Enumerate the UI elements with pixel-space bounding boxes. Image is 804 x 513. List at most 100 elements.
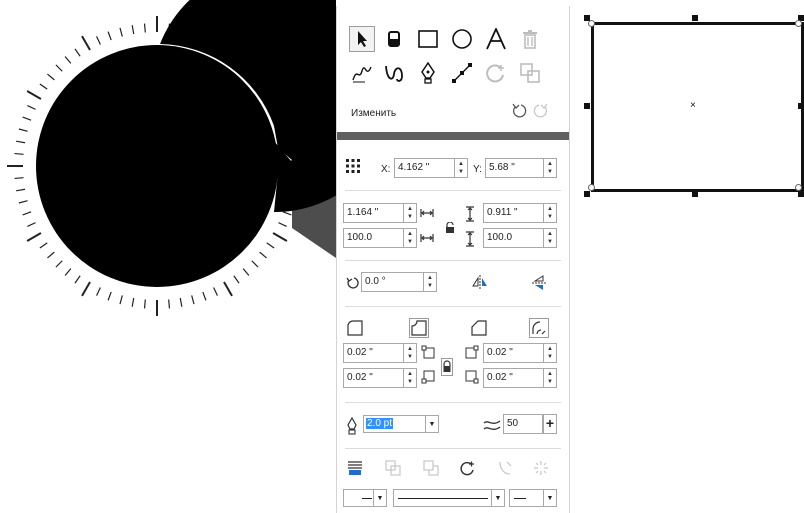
handle-middle-right[interactable] bbox=[798, 103, 804, 109]
width-spinner[interactable]: ▲ ▼ bbox=[403, 204, 416, 222]
text-tool-button[interactable] bbox=[483, 26, 509, 52]
handle-top-middle[interactable] bbox=[692, 15, 698, 21]
handle-middle-left[interactable] bbox=[584, 103, 590, 109]
mirror-horizontal-icon[interactable] bbox=[471, 274, 489, 293]
dial-tick bbox=[16, 188, 26, 192]
dial-knob-body bbox=[36, 45, 278, 287]
start-arrow-select[interactable]: ▼ bbox=[343, 489, 387, 507]
rotation-spinner[interactable]: ▲ ▼ bbox=[423, 273, 436, 291]
y-spinner[interactable]: ▲ ▼ bbox=[543, 159, 556, 177]
smoothing-plus-button[interactable]: + bbox=[543, 414, 557, 434]
rotation-dial[interactable] bbox=[0, 0, 336, 513]
break-apart-icon[interactable] bbox=[497, 460, 513, 479]
curve-icon bbox=[385, 65, 403, 82]
dial-tick bbox=[131, 25, 135, 35]
accent-bar bbox=[337, 132, 569, 140]
corner-bottom-right-icon bbox=[465, 370, 479, 387]
height-input[interactable]: 0.911 " ▲ ▼ bbox=[483, 203, 557, 223]
line-style-dropdown-button[interactable]: ▼ bbox=[491, 490, 504, 506]
x-spinner[interactable]: ▲ ▼ bbox=[454, 159, 467, 177]
shape-tool-button[interactable] bbox=[517, 60, 543, 86]
dial-tick bbox=[131, 297, 135, 307]
handle-bottom-right[interactable] bbox=[798, 191, 804, 197]
width-scale-value: 100.0 bbox=[347, 232, 373, 243]
corner-node-top-left[interactable] bbox=[588, 20, 595, 27]
height-spinner[interactable]: ▲ ▼ bbox=[543, 204, 556, 222]
pen-tool-button[interactable] bbox=[415, 60, 441, 86]
smoothing-input[interactable]: 50 bbox=[503, 414, 543, 434]
mirror-vertical-icon[interactable] bbox=[531, 274, 547, 295]
selected-rectangle[interactable] bbox=[591, 22, 804, 192]
handle-bottom-middle[interactable] bbox=[692, 191, 698, 197]
dial-tick bbox=[26, 232, 42, 242]
height-scale-spinner[interactable]: ▲ ▼ bbox=[543, 229, 556, 247]
dial-tick bbox=[107, 291, 112, 301]
properties-panel: Изменить X: 4.162 " ▲ ▼ Y: 5.68 " ▲ ▼ 1.16… bbox=[336, 6, 570, 513]
height-scale-input[interactable]: 100.0 ▲ ▼ bbox=[483, 228, 557, 248]
width-scale-input[interactable]: 100.0 ▲ ▼ bbox=[343, 228, 417, 248]
corner-top-left-spinner[interactable]: ▲ ▼ bbox=[403, 344, 416, 362]
ellipse-tool-button[interactable] bbox=[449, 26, 475, 52]
edit-label[interactable]: Изменить bbox=[351, 108, 396, 119]
ellipse-icon bbox=[452, 29, 472, 49]
rectangle-tool-button[interactable] bbox=[415, 26, 441, 52]
start-arrow-preview bbox=[362, 498, 372, 499]
corner-node-top-right[interactable] bbox=[795, 20, 802, 27]
origin-grid-icon[interactable] bbox=[345, 158, 361, 177]
round-corner-icon[interactable] bbox=[347, 320, 363, 339]
corner-node-bottom-left[interactable] bbox=[588, 184, 595, 191]
redo-icon[interactable] bbox=[533, 102, 549, 121]
lock-ratio-icon[interactable] bbox=[445, 221, 455, 237]
corner-lock-icon[interactable] bbox=[441, 358, 453, 379]
trim-shapes-icon[interactable] bbox=[423, 460, 439, 479]
corner-bottom-left-spinner[interactable]: ▲ ▼ bbox=[403, 369, 416, 387]
dial-tick bbox=[81, 281, 91, 297]
dial-tick bbox=[55, 260, 63, 268]
line-style-select[interactable]: ▼ bbox=[393, 489, 505, 507]
corner-top-right-input[interactable]: 0.02 " ▲ ▼ bbox=[483, 343, 557, 363]
line-tool-button[interactable] bbox=[449, 60, 475, 86]
outline-width-select[interactable]: 2.0 pt ▼ bbox=[363, 415, 439, 433]
x-value: 4.162 " bbox=[398, 162, 430, 173]
relative-corner-icon[interactable] bbox=[529, 318, 549, 341]
rotation-input[interactable]: 0.0 ° ▲ ▼ bbox=[361, 272, 437, 292]
width-scale-spinner[interactable]: ▲ ▼ bbox=[403, 229, 416, 247]
eraser-tool-button[interactable] bbox=[381, 26, 407, 52]
contour-tool-button[interactable] bbox=[483, 60, 509, 86]
chamfer-corner-icon[interactable] bbox=[471, 320, 487, 339]
corner-bottom-left-input[interactable]: 0.02 " ▲ ▼ bbox=[343, 368, 417, 388]
dial-tick bbox=[26, 90, 42, 100]
text-icon bbox=[486, 28, 506, 50]
dial-tick bbox=[223, 281, 233, 297]
dial-tick bbox=[96, 287, 101, 296]
delete-tool-button[interactable] bbox=[517, 26, 543, 52]
pick-tool-button[interactable] bbox=[349, 26, 375, 52]
corner-top-right-spinner[interactable]: ▲ ▼ bbox=[543, 344, 556, 362]
dial-tick bbox=[39, 83, 48, 90]
smart-draw-tool-button[interactable] bbox=[381, 60, 407, 86]
explode-icon[interactable] bbox=[533, 460, 549, 479]
corner-top-left-input[interactable]: 0.02 " ▲ ▼ bbox=[343, 343, 417, 363]
corner-bottom-right-input[interactable]: 0.02 " ▲ ▼ bbox=[483, 368, 557, 388]
dial-tick bbox=[143, 299, 146, 309]
corner-node-bottom-right[interactable] bbox=[795, 184, 802, 191]
handle-bottom-left[interactable] bbox=[584, 191, 590, 197]
end-arrow-select[interactable]: ▼ bbox=[509, 489, 557, 507]
undo-icon[interactable] bbox=[511, 102, 527, 121]
y-position-input[interactable]: 5.68 " ▲ ▼ bbox=[485, 158, 557, 178]
x-position-input[interactable]: 4.162 " ▲ ▼ bbox=[394, 158, 468, 178]
dial-tick bbox=[266, 242, 275, 249]
convert-to-curves-icon[interactable] bbox=[459, 460, 475, 479]
weld-shapes-icon[interactable] bbox=[385, 460, 401, 479]
height-scale-arrow-icon bbox=[465, 231, 475, 250]
start-arrow-dropdown-button[interactable]: ▼ bbox=[373, 490, 386, 506]
corner-bottom-right-spinner[interactable]: ▲ ▼ bbox=[543, 369, 556, 387]
freehand-tool-button[interactable] bbox=[349, 60, 375, 86]
scalloped-corner-icon[interactable] bbox=[409, 318, 429, 341]
center-marker-icon[interactable]: × bbox=[690, 101, 696, 111]
outline-width-dropdown-button[interactable]: ▼ bbox=[425, 416, 438, 432]
dial-tick bbox=[242, 268, 250, 276]
text-wrap-icon[interactable] bbox=[347, 460, 363, 479]
end-arrow-dropdown-button[interactable]: ▼ bbox=[543, 490, 556, 506]
width-input[interactable]: 1.164 " ▲ ▼ bbox=[343, 203, 417, 223]
